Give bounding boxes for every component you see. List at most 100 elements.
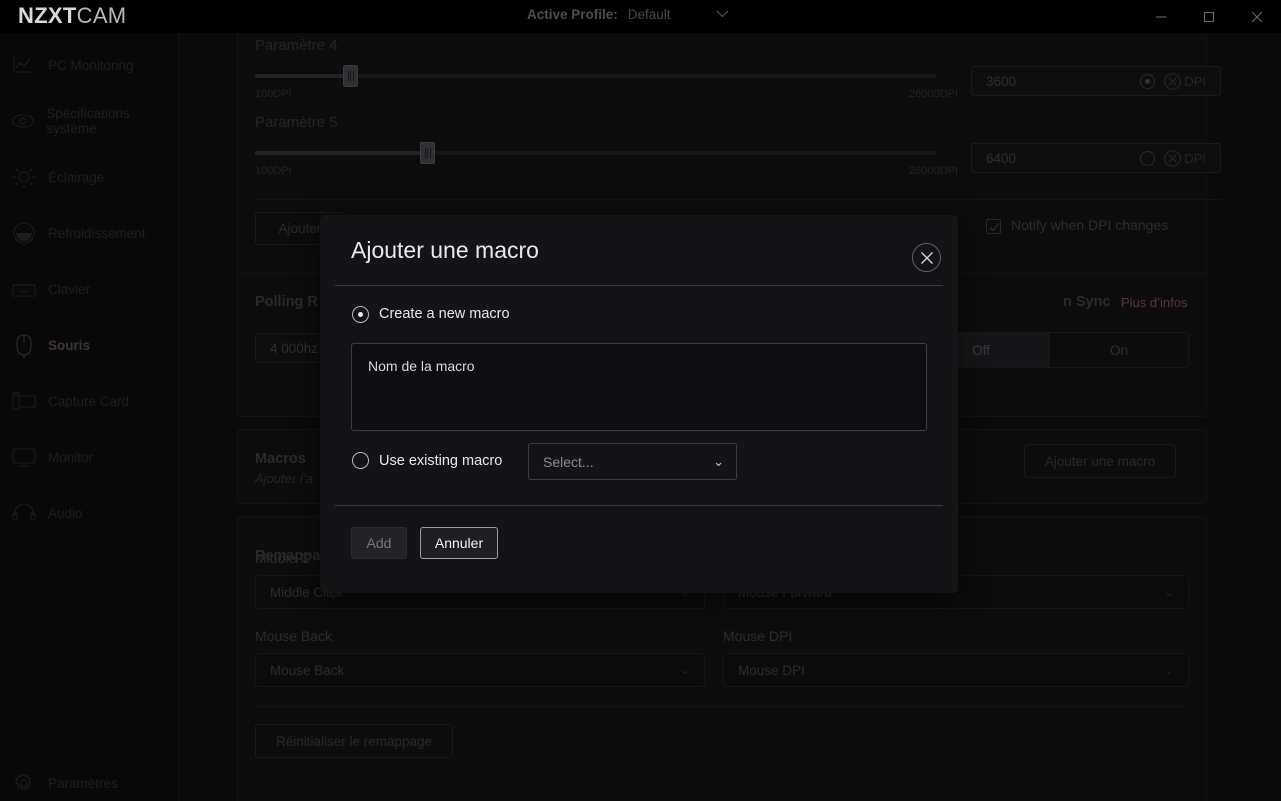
remap-label-3: Mouse DPI xyxy=(723,628,792,644)
use-existing-macro-radio[interactable] xyxy=(352,452,369,469)
sidebar-item-capture-card[interactable]: Capture Card xyxy=(0,381,179,421)
sidebar-item-label: Paramètres xyxy=(48,776,118,791)
macro-name-input[interactable] xyxy=(351,343,927,431)
use-existing-macro-label: Use existing macro xyxy=(379,453,502,469)
app-logo: NZXTCAM xyxy=(18,3,126,29)
polling-rate-title: Polling R xyxy=(255,294,318,310)
sidebar-item-label: Clavier xyxy=(48,282,90,297)
mouse-icon xyxy=(0,332,48,358)
dpi-value: 6400 xyxy=(986,151,1016,166)
dpi-slider-thumb[interactable] xyxy=(343,65,358,87)
dpi-max-label: 26000DPI xyxy=(909,165,958,177)
monitor-icon xyxy=(0,448,48,467)
chevron-down-icon xyxy=(716,9,729,21)
logo-cam: CAM xyxy=(77,3,127,28)
sidebar-item-label: Audio xyxy=(48,506,83,521)
dpi-unit: DPI xyxy=(1184,74,1206,89)
gear-icon xyxy=(0,773,48,793)
remap-label-0: Middle C xyxy=(255,550,310,566)
sidebar-item-specifications[interactable]: Spécifications système xyxy=(0,101,179,141)
nzxt-cam-window: NZXTCAM Active Profile: Default xyxy=(0,0,1281,801)
chevron-down-icon: ⌄ xyxy=(1164,663,1174,677)
divider xyxy=(255,199,1221,200)
sidebar-item-lighting[interactable]: Éclairage xyxy=(0,157,179,197)
create-new-macro-label: Create a new macro xyxy=(379,306,510,322)
modal-title: Ajouter une macro xyxy=(351,237,539,264)
sync-more-info-link[interactable]: Plus d’infos xyxy=(1121,295,1187,310)
sidebar-item-cooling[interactable]: Refroidissement xyxy=(0,213,179,253)
reset-remapping-button[interactable]: Réinitialiser le remappage xyxy=(255,724,453,758)
existing-macro-value: Select... xyxy=(543,454,594,470)
minimize-icon[interactable] xyxy=(1137,0,1185,33)
dpi-value-box[interactable]: 6400 DPI xyxy=(971,143,1221,173)
remap-select-mouse-back[interactable]: Mouse Back ⌄ xyxy=(255,653,705,687)
dpi-stage-title: Paramètre 4 xyxy=(255,37,338,54)
dpi-slider-thumb[interactable] xyxy=(420,142,435,164)
sidebar-item-mouse[interactable]: Souris xyxy=(0,325,179,365)
sidebar-item-pc-monitoring[interactable]: PC Monitoring xyxy=(0,45,179,85)
sidebar-item-settings[interactable]: Paramètres xyxy=(0,763,179,801)
chart-icon xyxy=(0,56,48,74)
add-button[interactable]: Add xyxy=(351,527,407,559)
remap-select-mouse-dpi[interactable]: Mouse DPI ⌄ xyxy=(723,653,1189,687)
polling-rate-value: 4 000hz xyxy=(270,341,318,356)
remap-label-2: Mouse Back xyxy=(255,628,332,644)
dpi-value-box[interactable]: 3600 DPI xyxy=(971,66,1221,96)
active-profile-value: Default xyxy=(628,7,706,22)
sidebar: PC Monitoring Spécifications système Écl… xyxy=(0,33,179,801)
chevron-down-icon: ⌄ xyxy=(1164,585,1174,599)
notify-dpi-label: Notify when DPI changes xyxy=(1011,217,1168,233)
sun-icon xyxy=(0,166,48,188)
dpi-unit: DPI xyxy=(1184,151,1206,166)
sidebar-item-monitor[interactable]: Monitor xyxy=(0,437,179,477)
divider xyxy=(255,706,1189,707)
notify-dpi-checkbox[interactable] xyxy=(986,219,1001,234)
active-profile-selector[interactable]: Active Profile: Default xyxy=(527,7,729,22)
dpi-max-label: 26000DPI xyxy=(909,88,958,100)
fan-icon xyxy=(0,222,48,244)
close-icon[interactable] xyxy=(912,243,941,272)
chevron-down-icon: ⌄ xyxy=(713,454,724,470)
title-bar: NZXTCAM Active Profile: Default xyxy=(0,0,1281,33)
dpi-value: 3600 xyxy=(986,74,1016,89)
remap-value: Mouse DPI xyxy=(738,663,805,678)
add-macro-modal: Ajouter une macro Create a new macro Use… xyxy=(320,215,958,593)
headset-icon xyxy=(0,502,48,524)
keyboard-icon xyxy=(0,281,48,297)
sidebar-item-keyboard[interactable]: Clavier xyxy=(0,269,179,309)
dpi-stage-title: Paramètre 5 xyxy=(255,114,338,131)
dpi-slider-fill xyxy=(255,151,425,155)
window-controls xyxy=(1137,0,1281,33)
dpi-slider-fill xyxy=(255,74,349,78)
existing-macro-select[interactable]: Select... ⌄ xyxy=(528,443,737,480)
sidebar-item-label: Monitor xyxy=(48,450,93,465)
sidebar-item-label: Éclairage xyxy=(48,170,104,185)
modal-divider-bottom xyxy=(335,505,943,506)
eye-icon xyxy=(0,114,46,128)
sync-option-on[interactable]: On xyxy=(1050,333,1188,367)
dpi-remove-icon[interactable] xyxy=(1164,73,1181,90)
cancel-button[interactable]: Annuler xyxy=(420,527,498,559)
remap-value: Mouse Back xyxy=(270,663,344,678)
modal-divider-top xyxy=(335,285,943,286)
dpi-stage-radio[interactable] xyxy=(1140,151,1155,166)
add-macro-button[interactable]: Ajouter une macro xyxy=(1024,444,1176,478)
dpi-min-label: 100DPI xyxy=(255,165,292,177)
sidebar-item-label: Refroidissement xyxy=(48,226,146,241)
macros-title: Macros xyxy=(255,451,306,467)
maximize-icon[interactable] xyxy=(1185,0,1233,33)
sidebar-item-label: Capture Card xyxy=(48,394,129,409)
dpi-remove-icon[interactable] xyxy=(1164,150,1181,167)
sidebar-item-label: Souris xyxy=(48,338,90,353)
active-profile-label: Active Profile: xyxy=(527,7,618,22)
capture-card-icon xyxy=(0,391,48,411)
dpi-min-label: 100DPI xyxy=(255,88,292,100)
sidebar-item-label: PC Monitoring xyxy=(48,58,134,73)
dpi-stage-radio[interactable] xyxy=(1140,74,1155,89)
sidebar-item-audio[interactable]: Audio xyxy=(0,493,179,533)
logo-nzxt: NZXT xyxy=(18,3,77,28)
close-icon[interactable] xyxy=(1233,0,1281,33)
macros-subtitle: Ajouter l’a xyxy=(255,471,313,486)
create-new-macro-radio[interactable] xyxy=(352,306,369,323)
chevron-down-icon: ⌄ xyxy=(680,663,690,677)
